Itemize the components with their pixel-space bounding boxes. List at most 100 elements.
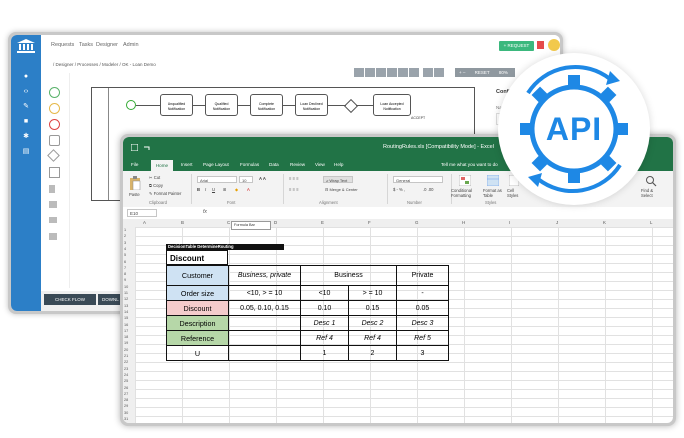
start-event[interactable] xyxy=(126,100,136,110)
column-header[interactable]: A xyxy=(143,220,146,225)
table-cell[interactable]: 1 xyxy=(300,345,349,361)
row-header[interactable]: 25 xyxy=(124,379,128,383)
row-header[interactable]: 1 xyxy=(124,228,126,232)
row-header[interactable]: 10 xyxy=(124,285,128,289)
tab-insert[interactable]: Insert xyxy=(181,162,193,167)
table-cell[interactable]: 0.05, 0.10, 0.15 xyxy=(228,300,301,316)
request-button[interactable]: + REQUEST xyxy=(499,41,534,51)
tab-home[interactable]: Home xyxy=(151,160,173,171)
column-header[interactable]: C xyxy=(227,220,230,225)
row-header[interactable]: 30 xyxy=(124,411,128,415)
row-header[interactable]: 18 xyxy=(124,335,128,339)
wrap-text-button[interactable]: ⤶ Wrap Text xyxy=(323,176,353,183)
save-icon[interactable] xyxy=(131,144,138,151)
group-tool[interactable] xyxy=(49,233,57,240)
row-header[interactable]: 4 xyxy=(124,247,126,251)
code-icon[interactable]: ‹› xyxy=(22,88,30,96)
table-cell[interactable]: 0.10 xyxy=(300,300,349,316)
font-size-select[interactable]: 10 xyxy=(239,176,253,183)
row-header[interactable]: 31 xyxy=(124,417,128,421)
tab-formulas[interactable]: Formulas xyxy=(240,162,259,167)
undo-button[interactable] xyxy=(423,68,433,77)
undo-icon[interactable] xyxy=(143,144,150,151)
tab-file[interactable]: File xyxy=(131,162,138,167)
conditional-formatting-icon[interactable] xyxy=(459,175,471,186)
column-header[interactable]: F xyxy=(368,220,371,225)
table-cell[interactable]: Private xyxy=(396,265,449,286)
row-header[interactable]: 29 xyxy=(124,404,128,408)
breadcrumb[interactable]: / Designer / Processes / Modeler / OK - … xyxy=(53,62,156,67)
table-cell[interactable]: Desc 3 xyxy=(396,315,449,331)
redo-button[interactable] xyxy=(434,68,444,77)
end-event-tool[interactable] xyxy=(49,119,60,130)
nav-designer[interactable]: Designer xyxy=(96,42,118,48)
table-cell[interactable] xyxy=(228,315,301,331)
task-loan-declined[interactable]: Loan Declined Notification xyxy=(295,94,328,116)
paste-label[interactable]: Paste xyxy=(129,192,140,197)
row-header[interactable]: 22 xyxy=(124,360,128,364)
column-header[interactable]: K xyxy=(603,220,606,225)
gateway[interactable] xyxy=(343,98,359,114)
underline-icon[interactable]: U xyxy=(212,187,215,192)
gear-icon[interactable]: ✱ xyxy=(22,133,30,141)
lock-icon[interactable]: ■ xyxy=(22,118,30,126)
column-header[interactable]: J xyxy=(556,220,558,225)
font-grow-icon[interactable]: A A xyxy=(259,176,266,181)
task-qualified[interactable]: Qualified Notification xyxy=(205,94,238,116)
row-header[interactable]: 28 xyxy=(124,398,128,402)
data-store-tool[interactable] xyxy=(49,201,57,208)
start-event-tool[interactable] xyxy=(49,87,60,98)
merge-center-button[interactable]: ⊟ Merge & Center xyxy=(323,186,369,193)
row-header[interactable]: 21 xyxy=(124,354,128,358)
gateway-tool[interactable] xyxy=(47,149,60,162)
toolbar-button[interactable] xyxy=(376,68,386,77)
tab-help[interactable]: Help xyxy=(334,162,343,167)
text-annotation-tool[interactable] xyxy=(49,217,57,223)
paste-icon[interactable] xyxy=(129,176,141,190)
table-cell[interactable]: 0.15 xyxy=(348,300,397,316)
toolbar-button[interactable] xyxy=(365,68,375,77)
toolbar-button[interactable] xyxy=(354,68,364,77)
home-icon[interactable]: ● xyxy=(22,73,30,81)
row-header[interactable]: 26 xyxy=(124,386,128,390)
table-cell[interactable]: 3 xyxy=(396,345,449,361)
row-header[interactable]: 20 xyxy=(124,348,128,352)
table-cell[interactable]: - xyxy=(396,285,449,301)
tab-page-layout[interactable]: Page Layout xyxy=(203,162,229,167)
nav-admin[interactable]: Admin xyxy=(123,42,139,48)
row-header[interactable]: 19 xyxy=(124,341,128,345)
table-cell[interactable]: Business xyxy=(300,265,397,286)
decision-table-name[interactable]: Discount xyxy=(166,250,228,265)
column-header[interactable]: D xyxy=(274,220,277,225)
column-header[interactable]: H xyxy=(462,220,465,225)
avatar[interactable] xyxy=(548,39,560,51)
format-painter-button[interactable]: ✎ Format Painter xyxy=(149,191,181,196)
row-header[interactable]: 13 xyxy=(124,304,128,308)
borders-icon[interactable]: ⊞ xyxy=(223,187,227,192)
row-header[interactable]: 5 xyxy=(124,253,126,257)
row-label-order-size[interactable]: Order size xyxy=(166,285,229,301)
column-header[interactable]: L xyxy=(650,220,652,225)
row-header[interactable]: 3 xyxy=(124,241,126,245)
notification-icon[interactable] xyxy=(537,41,545,50)
tab-data[interactable]: Data xyxy=(269,162,279,167)
nav-tasks[interactable]: Tasks xyxy=(79,42,93,48)
cut-button[interactable]: ✂ Cut xyxy=(149,175,160,180)
align-top-icon[interactable]: ≡ ≡ ≡ xyxy=(289,176,299,181)
row-label-description[interactable]: Description xyxy=(166,315,229,331)
task-unqualified[interactable]: Unqualified Notification xyxy=(160,94,193,116)
row-header[interactable]: 12 xyxy=(124,297,128,301)
table-cell[interactable]: <10 xyxy=(300,285,349,301)
table-cell[interactable]: Business, private xyxy=(228,265,301,286)
fill-color-icon[interactable]: ◆ xyxy=(235,187,238,192)
toolbar-button[interactable] xyxy=(387,68,397,77)
table-cell[interactable]: 0.05 xyxy=(396,300,449,316)
font-color-icon[interactable]: A xyxy=(247,187,250,192)
table-cell[interactable]: > = 10 xyxy=(348,285,397,301)
table-cell[interactable]: 2 xyxy=(348,345,397,361)
column-header[interactable]: E xyxy=(321,220,324,225)
table-cell[interactable]: Desc 1 xyxy=(300,315,349,331)
toolbar-button[interactable] xyxy=(398,68,408,77)
tab-review[interactable]: Review xyxy=(290,162,305,167)
table-cell[interactable]: Ref 4 xyxy=(348,330,397,346)
